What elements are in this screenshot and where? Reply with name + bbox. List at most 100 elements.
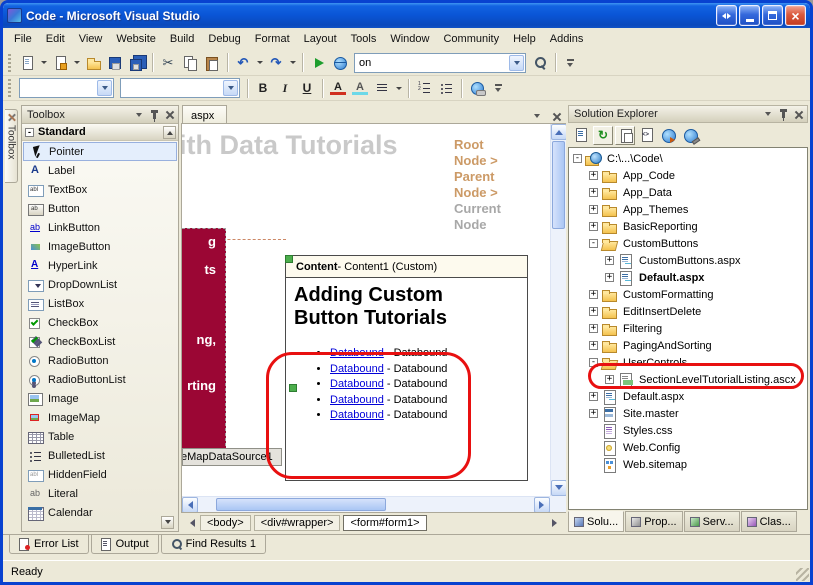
undo-button[interactable]: ↶ xyxy=(232,52,254,74)
menu-edit[interactable]: Edit xyxy=(39,30,72,48)
document-close-button[interactable] xyxy=(549,109,563,123)
databound-link[interactable]: Databound xyxy=(330,378,384,390)
expander-plus-icon[interactable]: + xyxy=(589,188,598,197)
expander-plus-icon[interactable]: + xyxy=(589,171,598,180)
highlight-button[interactable]: A xyxy=(349,77,371,99)
tree-item-pagingandsorting[interactable]: +PagingAndSorting xyxy=(569,337,807,354)
tree-item-basicreporting[interactable]: +BasicReporting xyxy=(569,218,807,235)
nav-menu-item-clipped[interactable]: g xyxy=(208,234,216,249)
bold-button[interactable]: B xyxy=(252,77,274,99)
toolbox-item-checkbox[interactable]: CheckBox xyxy=(23,313,177,332)
content-region-header[interactable]: Content - Content1 (Custom) xyxy=(286,256,527,278)
tool-window-tab-prop[interactable]: Prop... xyxy=(625,511,682,532)
expander-plus-icon[interactable]: + xyxy=(605,256,614,265)
databound-link[interactable]: Databound xyxy=(330,409,384,421)
solution-explorer-close-button[interactable] xyxy=(791,107,805,121)
expander-plus-icon[interactable]: + xyxy=(589,205,598,214)
menu-help[interactable]: Help xyxy=(506,30,543,48)
menu-view[interactable]: View xyxy=(72,30,110,48)
undo-dropdown-arrow[interactable] xyxy=(254,52,265,74)
toolbox-item-imagemap[interactable]: ImageMap xyxy=(23,408,177,427)
copy-button[interactable] xyxy=(179,52,201,74)
smart-tag-icon[interactable] xyxy=(289,384,297,392)
scroll-up-button[interactable] xyxy=(551,124,566,140)
hyperlink-button[interactable] xyxy=(466,77,488,99)
redo-button[interactable]: ↷ xyxy=(265,52,287,74)
expander-plus-icon[interactable]: + xyxy=(589,324,598,333)
cut-button[interactable]: ✂ xyxy=(157,52,179,74)
new-dropdown-arrow[interactable] xyxy=(38,52,49,74)
expander-plus-icon[interactable]: + xyxy=(589,307,598,316)
view-code-button[interactable] xyxy=(637,126,657,145)
document-list-button[interactable] xyxy=(530,109,544,123)
solution-explorer-pin-button[interactable] xyxy=(776,107,790,121)
nest-files-button[interactable] xyxy=(615,126,635,145)
toolbox-item-calendar[interactable]: Calendar xyxy=(23,503,177,522)
menu-window[interactable]: Window xyxy=(383,30,436,48)
expander-minus-icon[interactable]: - xyxy=(589,239,598,248)
copy-website-button[interactable] xyxy=(659,126,679,145)
tool-window-tab-clas[interactable]: Clas... xyxy=(741,511,797,532)
toolbox-item-listbox[interactable]: ListBox xyxy=(23,294,177,313)
tag-path-item[interactable]: <form#form1> xyxy=(343,515,426,531)
nav-menu-item-clipped[interactable]: rting xyxy=(187,378,216,393)
tree-item-web-sitemap[interactable]: Web.sitemap xyxy=(569,456,807,473)
combobox-dropdown-arrow[interactable] xyxy=(97,80,112,96)
sitemapdatasource-control[interactable]: eMapDataSource1 xyxy=(182,448,282,466)
toolbox-item-image[interactable]: Image xyxy=(23,389,177,408)
tag-scroll-right-button[interactable] xyxy=(550,515,563,530)
scroll-down-button[interactable] xyxy=(551,480,566,496)
expander-plus-icon[interactable]: + xyxy=(589,409,598,418)
start-debug-button[interactable] xyxy=(307,52,329,74)
save-button[interactable] xyxy=(104,52,126,74)
bottom-tab-output[interactable]: Output xyxy=(91,535,159,554)
window-nav-button[interactable] xyxy=(716,5,737,26)
toolbox-item-checkboxlist[interactable]: CheckBoxList xyxy=(23,332,177,351)
resize-grip-icon[interactable] xyxy=(796,568,809,581)
align-button[interactable] xyxy=(371,77,393,99)
combobox-dropdown-arrow[interactable] xyxy=(509,55,524,71)
toolbox-item-hiddenfield[interactable]: HiddenField xyxy=(23,465,177,484)
paste-button[interactable] xyxy=(201,52,223,74)
vertical-scroll-thumb[interactable] xyxy=(552,141,565,229)
toolbox-header[interactable]: Toolbox xyxy=(22,106,178,124)
menu-format[interactable]: Format xyxy=(248,30,297,48)
horizontal-scroll-thumb[interactable] xyxy=(216,498,386,511)
toolbox-item-hyperlink[interactable]: HyperLink xyxy=(23,256,177,275)
menu-addins[interactable]: Addins xyxy=(543,30,591,48)
designer-vertical-scrollbar[interactable] xyxy=(550,124,566,496)
scroll-left-button[interactable] xyxy=(182,497,198,512)
expander-plus-icon[interactable]: + xyxy=(605,273,614,282)
tree-item-editinsertdelete[interactable]: +EditInsertDelete xyxy=(569,303,807,320)
expander-plus-icon[interactable]: + xyxy=(589,392,598,401)
save-all-button[interactable] xyxy=(126,52,148,74)
toolbox-item-button[interactable]: Button xyxy=(23,199,177,218)
tree-item-custombuttons-aspx[interactable]: +CustomButtons.aspx xyxy=(569,252,807,269)
databound-link[interactable]: Databound xyxy=(330,347,384,359)
bottom-tab-find-results-1[interactable]: Find Results 1 xyxy=(161,535,266,554)
refresh-button[interactable]: ↻ xyxy=(593,126,613,145)
toolbox-item-radiobuttonlist[interactable]: RadioButtonList xyxy=(23,370,177,389)
toolbar-grip-handle[interactable] xyxy=(8,79,11,97)
toolbox-item-pointer[interactable]: Pointer xyxy=(23,142,177,161)
tree-item-app-code[interactable]: +App_Code xyxy=(569,167,807,184)
toolbox-window-menu-button[interactable] xyxy=(132,108,146,122)
toolbox-autohide-tab[interactable]: Toolbox xyxy=(5,109,18,183)
tree-item-filtering[interactable]: +Filtering xyxy=(569,320,807,337)
scroll-right-button[interactable] xyxy=(534,497,550,512)
databound-link[interactable]: Databound xyxy=(330,394,384,406)
menu-file[interactable]: File xyxy=(7,30,39,48)
toolbar-combobox[interactable]: on xyxy=(354,53,526,73)
bullet-list-button[interactable] xyxy=(435,77,457,99)
bottom-tab-error-list[interactable]: Error List xyxy=(9,535,89,554)
tree-item-custombuttons[interactable]: -CustomButtons xyxy=(569,235,807,252)
tree-item-app-data[interactable]: +App_Data xyxy=(569,184,807,201)
toolbox-section-standard[interactable]: - Standard xyxy=(22,124,178,141)
content-placeholder-region[interactable]: Content - Content1 (Custom) Adding Custo… xyxy=(285,255,528,481)
toolbox-scroll-up-button[interactable] xyxy=(163,126,176,139)
italic-button[interactable]: I xyxy=(274,77,296,99)
tree-item-site-master[interactable]: +Site.master xyxy=(569,405,807,422)
toolbar-grip-handle[interactable] xyxy=(8,54,11,72)
add-item-button[interactable] xyxy=(49,52,71,74)
solution-explorer-window-menu-button[interactable] xyxy=(761,107,775,121)
